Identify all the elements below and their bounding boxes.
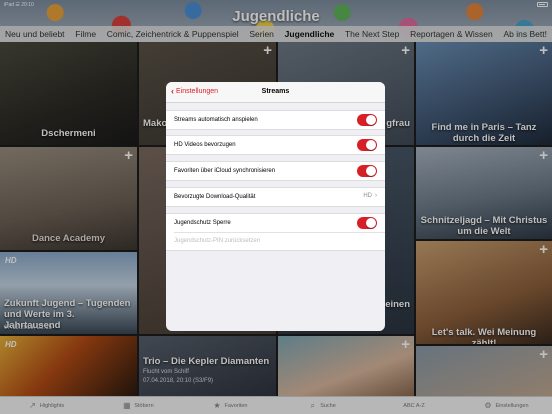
setting-row-autoplay: Streams automatisch anspielen xyxy=(166,111,385,129)
hd-toggle[interactable] xyxy=(357,139,377,151)
setting-row-download-quality[interactable]: Bevorzugte Download-Qualität HD › xyxy=(166,188,385,206)
setting-row-hd: HD Videos bevorzugen xyxy=(166,136,385,154)
modal-title: Streams xyxy=(261,88,290,95)
setting-label: Favoriten über iCloud synchronisieren xyxy=(174,168,276,174)
autoplay-toggle[interactable] xyxy=(357,114,377,126)
setting-label: Bevorzugte Download-Qualität xyxy=(174,194,256,200)
icloud-toggle[interactable] xyxy=(357,165,377,177)
setting-row-reset-pin: Jugendschutz-PIN zurücksetzen xyxy=(166,232,385,250)
setting-label: Streams automatisch anspielen xyxy=(174,117,258,123)
chevron-right-icon: › xyxy=(375,193,377,199)
setting-row-jugendschutz: Jugendschutz Sperre xyxy=(166,214,385,232)
setting-label: Jugendschutz-PIN zurücksetzen xyxy=(174,238,261,244)
settings-group: Jugendschutz Sperre Jugendschutz-PIN zur… xyxy=(166,213,385,251)
modal-header: ‹ Einstellungen Streams xyxy=(166,82,385,103)
settings-group: Bevorzugte Download-Qualität HD › xyxy=(166,187,385,207)
setting-label: HD Videos bevorzugen xyxy=(174,142,236,148)
setting-row-icloud: Favoriten über iCloud synchronisieren xyxy=(166,162,385,180)
settings-group: Favoriten über iCloud synchronisieren xyxy=(166,161,385,181)
settings-group: HD Videos bevorzugen xyxy=(166,135,385,155)
settings-group: Streams automatisch anspielen xyxy=(166,110,385,130)
setting-value: HD › xyxy=(363,193,377,199)
settings-modal: ‹ Einstellungen Streams Streams automati… xyxy=(166,82,385,331)
screen: iPad ☰ 20:10 Jugendliche Neu und beliebt… xyxy=(0,0,552,414)
jugendschutz-toggle[interactable] xyxy=(357,217,377,229)
setting-label: Jugendschutz Sperre xyxy=(174,220,231,226)
